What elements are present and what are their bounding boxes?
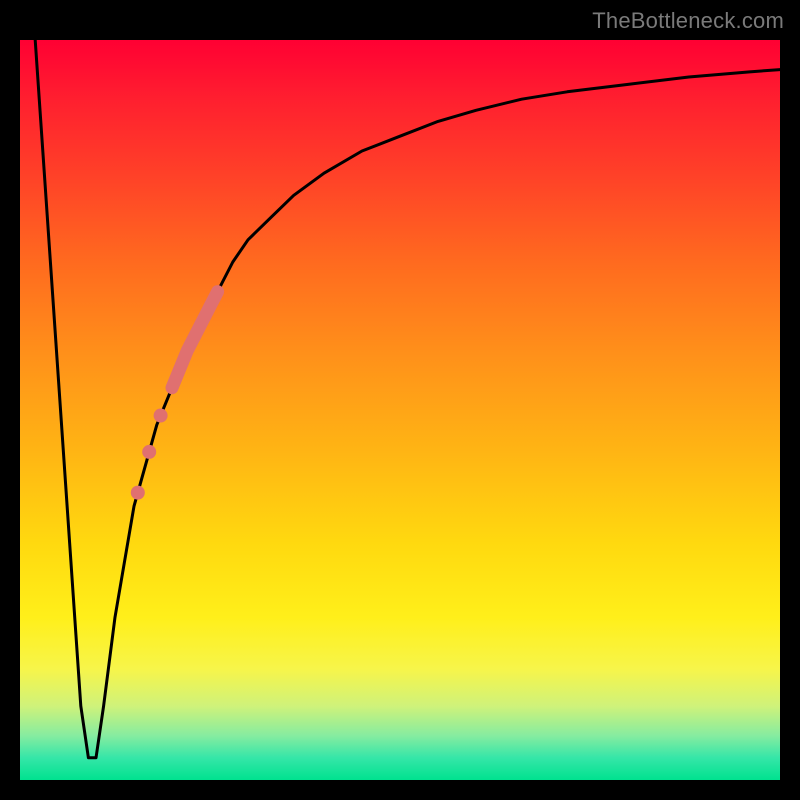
highlight-band-marker xyxy=(172,292,218,388)
watermark-text: TheBottleneck.com xyxy=(592,8,784,34)
plot-area xyxy=(20,40,780,780)
marker-point-c xyxy=(131,486,145,500)
marker-point-b xyxy=(142,445,156,459)
marker-point-a xyxy=(154,409,168,423)
chart-frame: TheBottleneck.com xyxy=(0,0,800,800)
bottleneck-curve xyxy=(35,40,780,758)
curve-svg xyxy=(20,40,780,780)
